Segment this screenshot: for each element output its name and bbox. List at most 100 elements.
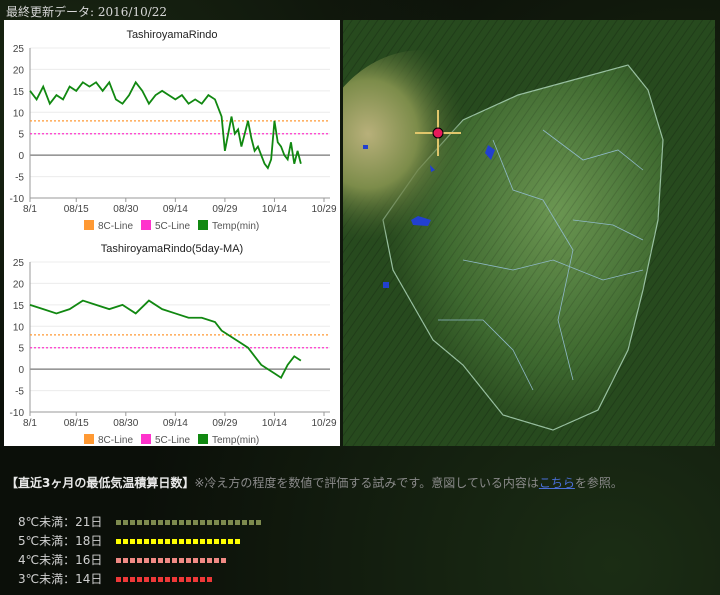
terrain-map[interactable] [343,20,715,446]
day-square [200,558,205,563]
chart-daily-min: TashiroyamaRindo -10 -5 0 5 10 15 20 25 8/1 08/15 0… [4,20,340,232]
legend-swatch [141,220,151,230]
y-tick-label: 25 [13,258,25,269]
day-square [200,577,205,582]
day-square [158,539,163,544]
y-tick-label: 5 [18,130,24,141]
chart-title: TashiroyamaRindo [126,29,217,41]
legend-swatch [198,434,208,444]
day-square [116,520,121,525]
stat-bar-4c [116,552,228,566]
day-square [200,520,205,525]
stat-label-4c: 4℃未満：16日 [18,552,103,567]
y-tick-label: 0 [18,365,24,376]
day-square [228,539,233,544]
day-square [193,558,198,563]
day-square [193,520,198,525]
legend-swatch [84,434,94,444]
x-tick-label: 09/14 [163,204,188,215]
day-square [214,520,219,525]
y-tick-label: 5 [18,344,24,355]
day-square [186,520,191,525]
y-tick-label: 15 [13,87,25,98]
chart-title: TashiroyamaRindo(5day-MA) [101,243,243,255]
stat-row-8c: 8℃未満：21日 [18,513,263,529]
x-tick-label: 8/1 [23,204,37,215]
x-tick-label: 09/29 [212,418,237,429]
day-square [221,520,226,525]
day-square [144,558,149,563]
day-square [256,520,261,525]
x-tick-label: 10/14 [262,418,287,429]
y-tick-label: -5 [15,173,24,184]
note-text-after: を参照。 [574,476,623,490]
day-square [151,520,156,525]
day-square [123,577,128,582]
x-tick-label: 8/1 [23,418,37,429]
legend-swatch [198,220,208,230]
x-tick-label: 08/30 [113,204,138,215]
day-square [158,520,163,525]
day-square [221,558,226,563]
explanation-link[interactable]: こちら [539,476,575,490]
day-square [137,577,142,582]
day-square [151,539,156,544]
legend-label: Temp(min) [212,435,259,446]
day-square [186,577,191,582]
day-square [144,520,149,525]
chart-5day-ma: TashiroyamaRindo(5day-MA) -10 -5 0 5 10 15 20 25… [4,232,340,446]
stat-bar-8c [116,514,263,528]
x-tick-label: 09/14 [163,418,188,429]
legend-label: 8C-Line [98,435,133,446]
day-square [165,558,170,563]
stat-bar-3c [116,571,214,585]
temp-series-line [29,299,302,380]
day-square [186,558,191,563]
y-tick-label: 0 [18,151,24,162]
day-square [172,558,177,563]
y-tick-label: 10 [13,108,25,119]
day-square [172,577,177,582]
chart-panel: TashiroyamaRindo -10 -5 0 5 10 15 20 25 8/1 08/15 0… [4,20,340,446]
legend-label: Temp(min) [212,221,259,232]
x-tick-label: 09/29 [212,204,237,215]
day-square [207,558,212,563]
y-tick-label: 20 [13,279,25,290]
day-square [158,558,163,563]
day-square [151,577,156,582]
x-tick-label: 08/30 [113,418,138,429]
day-square [221,539,226,544]
day-square [130,558,135,563]
day-square [137,558,142,563]
day-square [235,520,240,525]
y-tick-label: 15 [13,301,25,312]
legend-label: 5C-Line [155,435,190,446]
stat-row-4c: 4℃未満：16日 [18,551,228,567]
stat-bar-5c [116,533,242,547]
day-square [179,520,184,525]
day-square [193,577,198,582]
day-square [200,539,205,544]
day-square [207,539,212,544]
stat-label-3c: 3℃未満：14日 [18,571,103,586]
day-square [186,539,191,544]
day-square [130,520,135,525]
day-square [165,539,170,544]
day-square [116,558,121,563]
legend-label: 5C-Line [155,221,190,232]
day-square [249,520,254,525]
day-square [179,577,184,582]
day-square [151,558,156,563]
day-square [123,539,128,544]
day-square [207,577,212,582]
day-square [193,539,198,544]
day-square [137,520,142,525]
x-tick-label: 08/15 [64,204,89,215]
day-square [214,558,219,563]
accumulated-days-heading: 【直近3ヶ月の最低気温積算日数】 [6,476,195,490]
y-tick-label: 25 [13,44,25,55]
day-square [207,520,212,525]
x-tick-label: 10/29 [311,418,336,429]
note-text-before: ※冷え方の程度を数値で評価する試みです。意図している内容は [194,476,539,490]
day-square [158,577,163,582]
